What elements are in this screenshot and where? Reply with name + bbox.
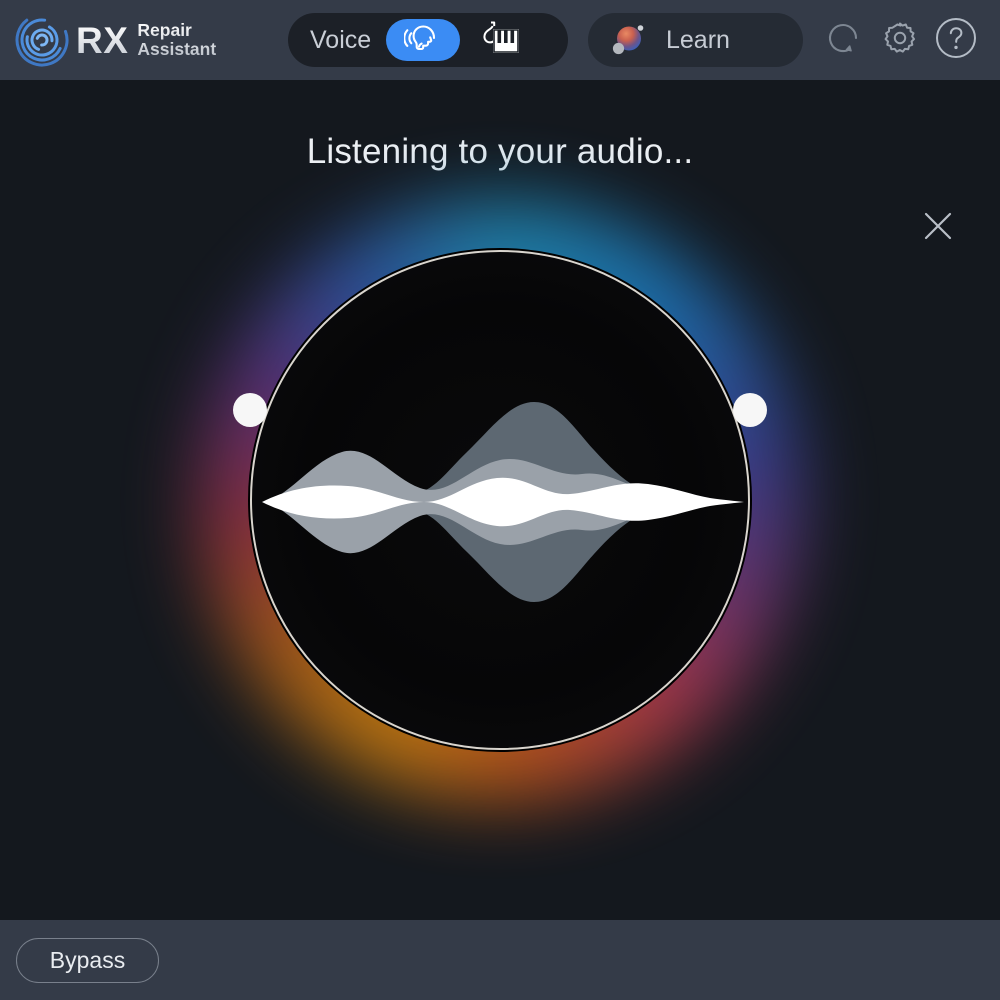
brand-abbrev: RX [76,22,128,59]
settings-button[interactable] [878,18,922,62]
brand-line-assistant: Assistant [137,40,216,59]
help-icon [935,17,977,64]
mode-toggle-label: Voice [310,26,371,55]
reset-icon [824,18,864,63]
close-icon [921,209,955,248]
speaking-head-icon [404,22,442,59]
rx-repair-assistant-window: RX Repair Assistant Voice [0,0,1000,1000]
mode-toggle-group: Voice [288,13,568,67]
brand-line-repair: Repair [137,21,216,40]
bypass-button[interactable]: Bypass [16,938,159,983]
mode-music-button[interactable] [474,18,526,62]
app-header: RX Repair Assistant Voice [0,0,1000,80]
left-dot-handle[interactable] [233,393,267,427]
gear-icon [880,18,920,63]
status-title: Listening to your audio... [0,132,1000,172]
learn-button-label: Learn [666,26,730,55]
audio-orb-visualizer [250,250,750,750]
orb-disc [250,250,750,750]
rx-spiral-icon [14,12,70,68]
guitar-piano-icon [478,18,522,63]
learn-button[interactable]: Learn [588,13,803,67]
reset-button[interactable] [822,18,866,62]
waveform-graphic [252,252,750,750]
close-button[interactable] [916,206,960,250]
help-button[interactable] [934,18,978,62]
main-canvas: Listening to your audio... [0,80,1000,920]
mode-voice-button[interactable] [386,19,460,61]
gradient-orb-icon [610,22,646,58]
brand-fullname: Repair Assistant [137,21,216,59]
right-dot-handle[interactable] [733,393,767,427]
app-footer: Bypass [0,920,1000,1000]
brand-logo: RX Repair Assistant [14,12,216,68]
